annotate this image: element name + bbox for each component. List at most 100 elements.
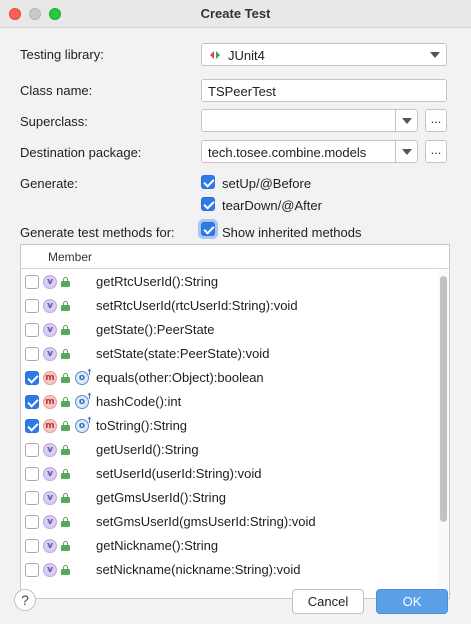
public-lock-icon [61,349,70,359]
member-checkbox[interactable] [25,275,39,289]
class-name-input[interactable]: TSPeerTest [201,79,447,102]
destination-package-combo[interactable]: tech.tosee.combine.models [201,140,418,163]
chevron-down-icon[interactable] [402,149,412,155]
table-row[interactable]: m otoString():String [21,414,449,438]
member-name: setRtcUserId(rtcUserId:String):void [96,298,298,313]
public-lock-icon [61,421,70,431]
variable-icon: v [43,299,57,313]
table-row[interactable]: v getUserId():String [21,438,449,462]
superclass-browse-button[interactable]: ... [425,109,447,132]
member-checkbox[interactable] [25,419,39,433]
member-name: setGmsUserId(gmsUserId:String):void [96,514,316,529]
variable-icon: v [43,515,57,529]
variable-icon: v [43,539,57,553]
table-row[interactable]: v setNickname(nickname:String):void [21,558,449,582]
member-column-header[interactable]: Member [48,250,92,264]
help-button[interactable]: ? [14,589,36,611]
override-icon: o [75,391,93,409]
table-row[interactable]: v getGmsUserId():String [21,486,449,510]
public-lock-icon [61,325,70,335]
teardown-checkbox-label[interactable]: tearDown/@After [222,198,322,213]
member-name: getGmsUserId():String [96,490,227,505]
table-row[interactable]: m oequals(other:Object):boolean [21,366,449,390]
method-icon: m [43,395,57,409]
method-icon: m [43,419,57,433]
member-checkbox[interactable] [25,323,39,337]
public-lock-icon [61,445,70,455]
testing-library-label: Testing library: [20,47,104,62]
member-checkbox[interactable] [25,299,39,313]
junit-icon [209,49,221,61]
methods-for-label: Generate test methods for: [20,225,175,240]
cancel-button[interactable]: Cancel [292,589,364,614]
public-lock-icon [61,397,70,407]
vertical-scrollbar[interactable] [437,270,449,598]
table-row[interactable]: m ohashCode():int [21,390,449,414]
member-name: setNickname(nickname:String):void [96,562,301,577]
generate-label: Generate: [20,176,78,191]
member-checkbox[interactable] [25,347,39,361]
class-name-value: TSPeerTest [208,84,276,99]
combo-separator [395,110,396,131]
public-lock-icon [61,565,70,575]
method-icon: m [43,371,57,385]
setup-checkbox[interactable] [201,175,215,189]
show-inherited-checkbox[interactable] [201,222,215,236]
show-inherited-checkbox-label[interactable]: Show inherited methods [222,225,361,240]
variable-icon: v [43,323,57,337]
variable-icon: v [43,491,57,505]
teardown-checkbox[interactable] [201,197,215,211]
member-name: setState(state:PeerState):void [96,346,270,361]
member-checkbox[interactable] [25,563,39,577]
member-name: getRtcUserId():String [96,274,219,289]
table-row[interactable]: v setRtcUserId(rtcUserId:String):void [21,294,449,318]
testing-library-value: JUnit4 [228,48,265,63]
superclass-combo[interactable] [201,109,418,132]
public-lock-icon [61,541,70,551]
destination-package-value: tech.tosee.combine.models [208,145,367,160]
title-bar: Create Test [0,0,471,28]
public-lock-icon [61,493,70,503]
override-icon: o [75,415,93,433]
member-checkbox[interactable] [25,371,39,385]
member-name: toString():String [96,418,188,433]
member-name: getState():PeerState [96,322,215,337]
ok-button[interactable]: OK [376,589,448,614]
table-row[interactable]: v setState(state:PeerState):void [21,342,449,366]
member-checkbox[interactable] [25,443,39,457]
member-checkbox[interactable] [25,491,39,505]
variable-icon: v [43,563,57,577]
table-row[interactable]: v setGmsUserId(gmsUserId:String):void [21,510,449,534]
dialog-title: Create Test [200,6,271,21]
member-name: getUserId():String [96,442,199,457]
member-checkbox[interactable] [25,539,39,553]
public-lock-icon [61,373,70,383]
chevron-down-icon[interactable] [402,118,412,124]
table-row[interactable]: v getState():PeerState [21,318,449,342]
testing-library-select[interactable]: JUnit4 [201,43,447,66]
class-name-label: Class name: [20,83,93,98]
dialog-content: Testing library: JUnit4 Class name: TSPe… [0,29,471,624]
members-table: Member v getRtcUserId():String v setRtcUser… [20,244,450,599]
superclass-label: Superclass: [20,114,88,129]
member-checkbox[interactable] [25,467,39,481]
member-name: hashCode():int [96,394,182,409]
public-lock-icon [61,517,70,527]
table-header: Member [21,245,449,269]
member-checkbox[interactable] [25,515,39,529]
public-lock-icon [61,277,70,287]
destination-package-label: Destination package: [20,145,142,160]
setup-checkbox-label[interactable]: setUp/@Before [222,176,311,191]
table-row[interactable]: v setUserId(userId:String):void [21,462,449,486]
override-icon: o [75,367,93,385]
variable-icon: v [43,467,57,481]
table-body: v getRtcUserId():String v setRtcUserId(rtcU… [21,270,449,598]
table-row[interactable]: v getRtcUserId():String [21,270,449,294]
variable-icon: v [43,347,57,361]
member-name: getNickname():String [96,538,219,553]
member-checkbox[interactable] [25,395,39,409]
chevron-down-icon [430,52,440,58]
table-row[interactable]: v getNickname():String [21,534,449,558]
scrollbar-thumb[interactable] [440,276,447,522]
destination-package-browse-button[interactable]: ... [425,140,447,163]
